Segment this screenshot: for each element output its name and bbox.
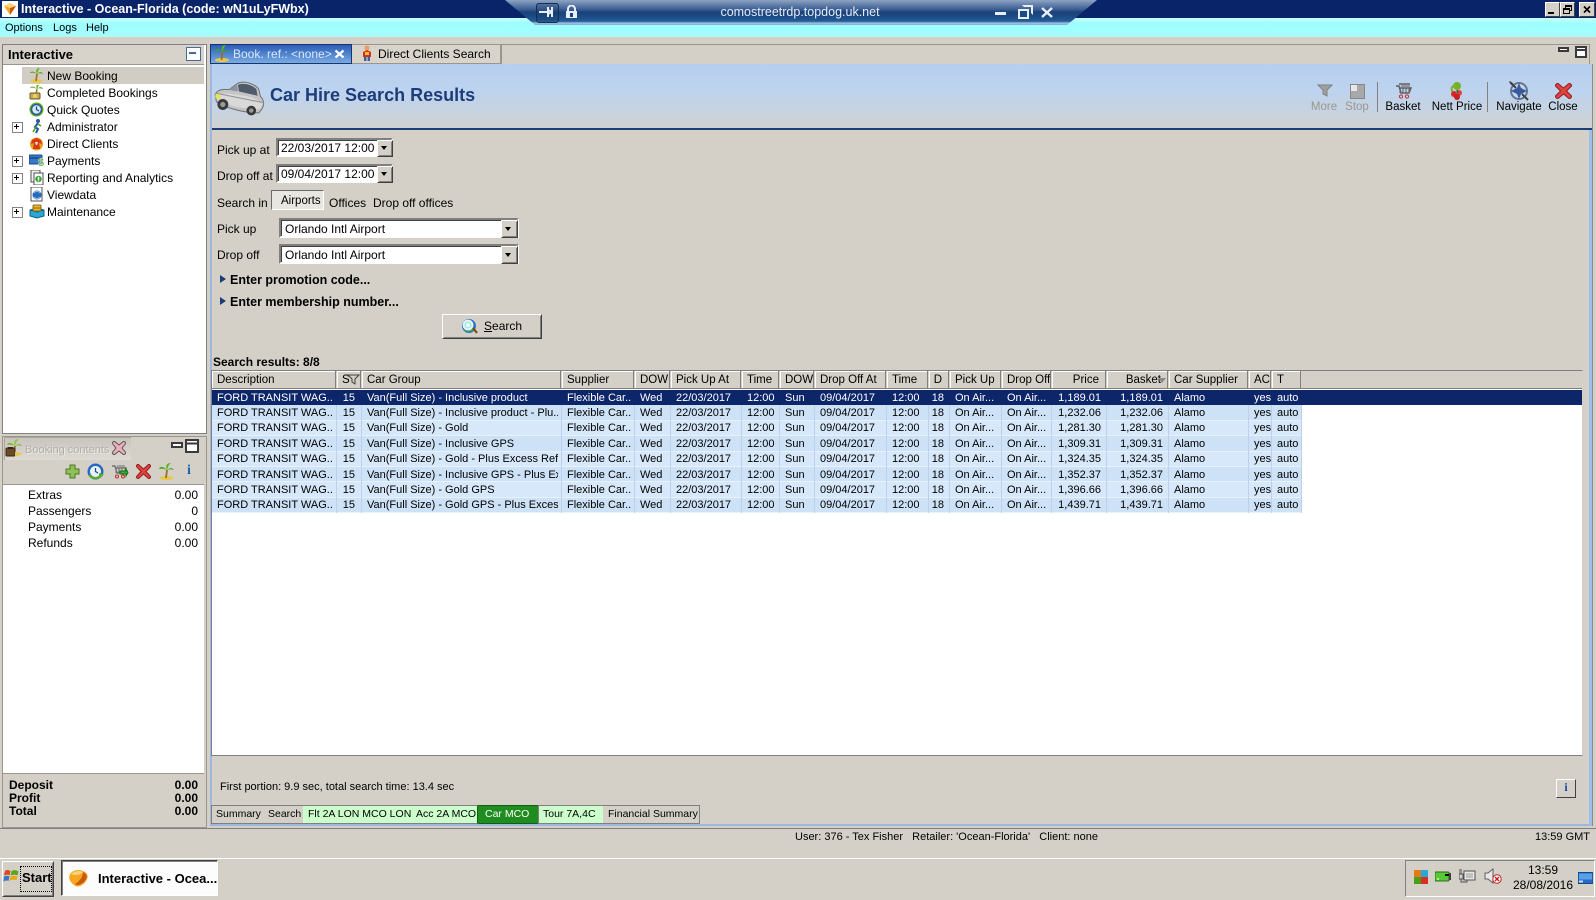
svg-text:$: $	[38, 157, 44, 168]
